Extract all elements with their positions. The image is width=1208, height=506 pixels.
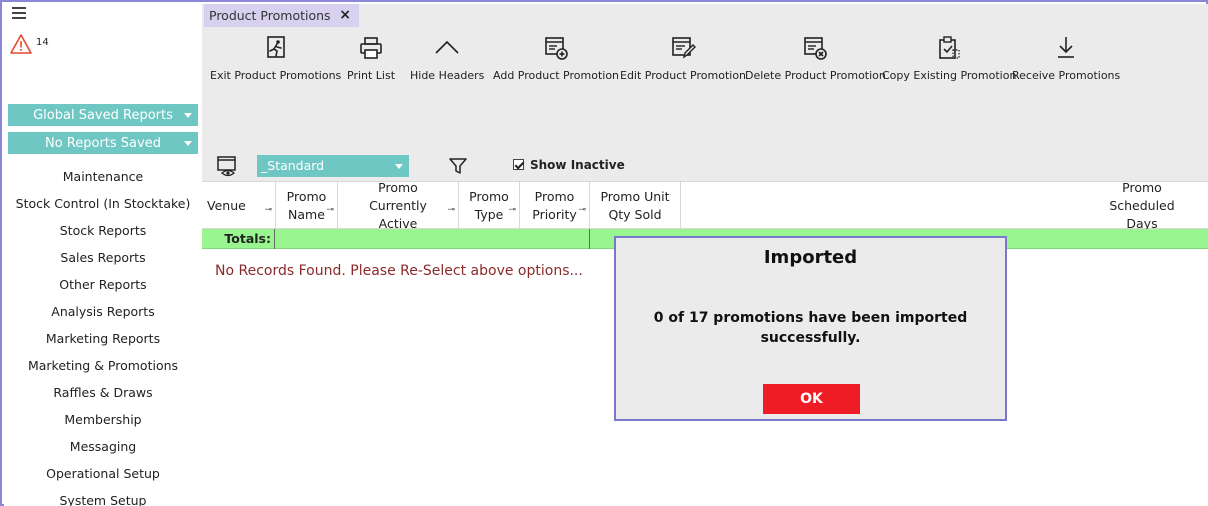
sidebar-item-marketing-promotions[interactable]: Marketing & Promotions xyxy=(4,352,202,379)
pin-icon[interactable]: ⊸ xyxy=(508,201,516,219)
close-icon[interactable]: × xyxy=(339,7,351,23)
sidebar-item-membership[interactable]: Membership xyxy=(4,406,202,433)
sidebar-item-messaging[interactable]: Messaging xyxy=(4,433,202,460)
show-inactive-checkbox[interactable] xyxy=(513,159,524,170)
receive-label: Receive Promotions xyxy=(1012,69,1121,82)
delete-document-icon xyxy=(804,37,828,60)
print-list-button[interactable]: Print List xyxy=(347,35,395,82)
show-inactive-label: Show Inactive xyxy=(530,158,625,172)
column-header-label: Promo Currently Active xyxy=(369,179,427,231)
edit-document-icon xyxy=(672,37,697,59)
saved-reports-dropdown[interactable]: No Reports Saved xyxy=(8,132,198,154)
layout-select[interactable]: _Standard xyxy=(257,155,409,177)
column-header-promo-unit-qty-sold[interactable]: Promo Unit Qty Sold xyxy=(590,182,681,229)
edit-product-promotion-button[interactable]: Edit Product Promotion xyxy=(620,35,746,82)
totals-divider xyxy=(589,229,590,249)
sidebar-item-maintenance[interactable]: Maintenance xyxy=(4,163,202,190)
chevron-down-icon xyxy=(395,164,403,169)
column-header-promo-currently-active[interactable]: Promo Currently Active ⊸ xyxy=(338,180,459,231)
pin-icon[interactable]: ⊸ xyxy=(578,201,586,219)
grid-header: Venue ⊸ Promo Name ⊸ Promo Currently Act… xyxy=(202,180,1208,231)
app-window: 14 Global Saved Reports No Reports Saved… xyxy=(0,0,1208,506)
toolbar: Exit Product Promotions Print List Hide … xyxy=(202,27,1208,149)
hide-headers-label: Hide Headers xyxy=(410,69,485,82)
layout-select-value: _Standard xyxy=(261,158,325,173)
column-header-label: Promo Priority xyxy=(532,188,577,222)
column-header-promo-scheduled-days[interactable]: Promo Scheduled Days xyxy=(681,180,1208,231)
edit-label: Edit Product Promotion xyxy=(620,69,747,82)
alert-count: 14 xyxy=(36,37,49,48)
view-layout-icon[interactable] xyxy=(216,155,238,177)
column-header-label: Promo Name xyxy=(286,188,327,222)
clipboard-copy-icon xyxy=(939,36,960,59)
sidebar-menu: Maintenance Stock Control (In Stocktake)… xyxy=(4,163,202,506)
add-label: Add Product Promotion xyxy=(493,69,620,82)
sidebar-item-stock-reports[interactable]: Stock Reports xyxy=(4,217,202,244)
print-label: Print List xyxy=(347,69,396,82)
sidebar-item-system-setup[interactable]: System Setup xyxy=(4,487,202,506)
import-result-dialog: Imported 0 of 17 promotions have been im… xyxy=(614,236,1007,421)
column-header-promo-name[interactable]: Promo Name ⊸ xyxy=(276,182,338,229)
sidebar-item-raffles-draws[interactable]: Raffles & Draws xyxy=(4,379,202,406)
global-saved-reports-dropdown[interactable]: Global Saved Reports xyxy=(8,104,198,126)
receive-promotions-button[interactable]: Receive Promotions xyxy=(1012,35,1120,82)
printer-icon xyxy=(360,37,382,59)
empty-state-message: No Records Found. Please Re-Select above… xyxy=(215,263,583,279)
sidebar-item-analysis-reports[interactable]: Analysis Reports xyxy=(4,298,202,325)
sidebar-item-marketing-reports[interactable]: Marketing Reports xyxy=(4,325,202,352)
filter-icon[interactable] xyxy=(448,156,468,176)
column-header-promo-type[interactable]: Promo Type ⊸ xyxy=(459,182,520,229)
sidebar: 14 Global Saved Reports No Reports Saved… xyxy=(4,4,202,506)
warning-icon xyxy=(10,34,32,54)
exit-label: Exit Product Promotions xyxy=(210,69,342,82)
column-header-promo-priority[interactable]: Promo Priority ⊸ xyxy=(520,182,590,229)
ok-button[interactable]: OK xyxy=(763,384,860,414)
pin-icon[interactable]: ⊸ xyxy=(447,201,455,219)
column-header-label: Promo Type xyxy=(469,188,509,222)
tab-label: Product Promotions xyxy=(209,8,331,23)
copy-label: Copy Existing Promotion xyxy=(882,69,1017,82)
download-icon xyxy=(1058,37,1075,58)
chevron-down-icon xyxy=(184,113,192,118)
sidebar-item-other-reports[interactable]: Other Reports xyxy=(4,271,202,298)
delete-product-promotion-button[interactable]: Delete Product Promotion xyxy=(745,35,886,82)
sidebar-item-sales-reports[interactable]: Sales Reports xyxy=(4,244,202,271)
column-header-venue[interactable]: Venue ⊸ xyxy=(202,182,276,229)
sidebar-item-operational-setup[interactable]: Operational Setup xyxy=(4,460,202,487)
pin-icon[interactable]: ⊸ xyxy=(264,201,272,219)
saved-reports-label: No Reports Saved xyxy=(45,135,161,151)
chevron-down-icon xyxy=(184,141,192,146)
dialog-title: Imported xyxy=(763,247,858,268)
filter-bar: _Standard Show Inactive xyxy=(202,149,1208,181)
copy-existing-promotion-button[interactable]: Copy Existing Promotion xyxy=(882,35,1016,82)
alert-indicator[interactable]: 14 xyxy=(10,34,49,54)
pin-icon[interactable]: ⊸ xyxy=(326,201,334,219)
add-product-promotion-button[interactable]: Add Product Promotion xyxy=(493,35,619,82)
hide-headers-button[interactable]: Hide Headers xyxy=(410,35,484,82)
tab-product-promotions[interactable]: Product Promotions × xyxy=(204,4,359,27)
exit-product-promotions-button[interactable]: Exit Product Promotions xyxy=(210,35,341,82)
add-document-icon xyxy=(545,37,568,60)
column-header-label: Venue xyxy=(207,197,246,213)
hamburger-menu-icon[interactable] xyxy=(12,7,26,21)
sidebar-item-stock-control[interactable]: Stock Control (In Stocktake) xyxy=(4,190,202,217)
dialog-message: 0 of 17 promotions have been imported su… xyxy=(653,310,968,346)
exit-icon xyxy=(266,36,285,58)
delete-label: Delete Product Promotion xyxy=(745,69,886,82)
column-header-label: Promo Unit Qty Sold xyxy=(600,188,670,222)
tab-bar: Product Promotions × xyxy=(202,4,1208,27)
column-header-label: Promo Scheduled Days xyxy=(1109,179,1175,231)
global-saved-reports-label: Global Saved Reports xyxy=(33,107,173,123)
totals-label: Totals: xyxy=(202,229,275,249)
chevron-up-icon xyxy=(435,40,459,54)
